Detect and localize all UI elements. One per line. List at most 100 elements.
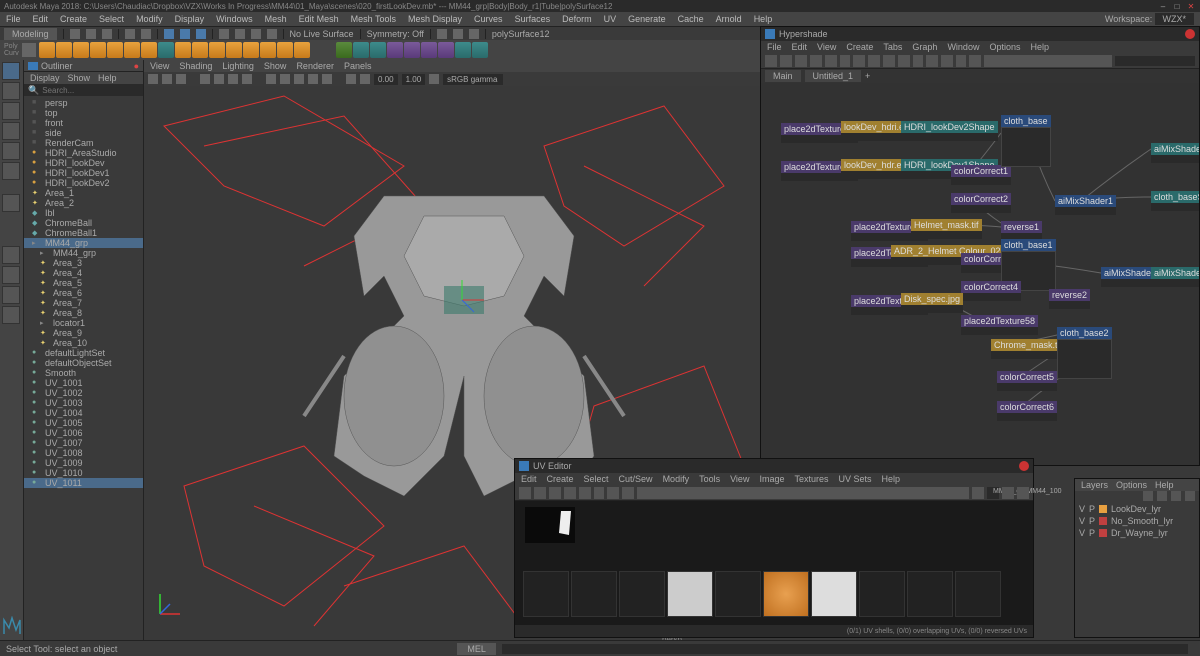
shader-node[interactable]: reverse2	[1049, 289, 1090, 309]
plane-icon[interactable]	[124, 42, 140, 58]
pipe-icon[interactable]	[192, 42, 208, 58]
hs-remove-icon[interactable]	[825, 55, 837, 67]
hs-menu-tabs[interactable]: Tabs	[883, 42, 902, 52]
layer-tab-options[interactable]: Options	[1116, 480, 1147, 490]
shader-node[interactable]: aiMixShader2SG	[1151, 267, 1199, 287]
type-icon[interactable]	[277, 42, 293, 58]
cone-icon[interactable]	[90, 42, 106, 58]
hs-menu-graph[interactable]: Graph	[912, 42, 937, 52]
shader-node[interactable]: Chrome_mask.tif	[991, 339, 1065, 359]
uv-menu-image[interactable]: Image	[759, 474, 784, 484]
layer-move-down-icon[interactable]	[1157, 491, 1167, 501]
redo-icon[interactable]	[141, 29, 151, 39]
outliner-menu-help[interactable]: Help	[98, 73, 117, 83]
combine-icon[interactable]	[336, 42, 352, 58]
tree-item[interactable]: Area_8	[24, 308, 143, 318]
vp-image-plane-icon[interactable]	[176, 74, 186, 84]
undo-icon[interactable]	[125, 29, 135, 39]
uv-dim-icon[interactable]	[579, 487, 591, 499]
tree-item[interactable]: Area_2	[24, 198, 143, 208]
layer-row[interactable]: VPDr_Wayne_lyr	[1075, 527, 1199, 539]
hs-tab-untitled[interactable]: Untitled_1	[805, 70, 862, 82]
menu-help[interactable]: Help	[754, 14, 773, 24]
helix-icon[interactable]	[209, 42, 225, 58]
tree-item[interactable]: Area_5	[24, 278, 143, 288]
cube-icon[interactable]	[56, 42, 72, 58]
hs-show-icon[interactable]	[926, 55, 938, 67]
shelf-tab-icon[interactable]	[22, 43, 36, 57]
uv-menu-edit[interactable]: Edit	[521, 474, 537, 484]
uv-menu-cut-sew[interactable]: Cut/Sew	[619, 474, 653, 484]
super-icon[interactable]	[260, 42, 276, 58]
history-icon[interactable]	[437, 29, 447, 39]
vp-menu-lighting[interactable]: Lighting	[222, 61, 254, 71]
vp-shaded-icon[interactable]	[280, 74, 290, 84]
layout-two-icon[interactable]	[2, 286, 20, 304]
vp-xray-icon[interactable]	[360, 74, 370, 84]
uv-grid-icon[interactable]	[534, 487, 546, 499]
shader-node[interactable]: colorCorrect4	[961, 281, 1021, 301]
hs-menu-create[interactable]: Create	[846, 42, 873, 52]
save-scene-icon[interactable]	[102, 29, 112, 39]
axis-gizmo-icon[interactable]	[154, 590, 184, 620]
menu-mesh-display[interactable]: Mesh Display	[408, 14, 462, 24]
ipr-icon[interactable]	[469, 29, 479, 39]
tree-item[interactable]: UV_1004	[24, 408, 143, 418]
tree-item[interactable]: Area_4	[24, 268, 143, 278]
snap-point-icon[interactable]	[251, 29, 261, 39]
menu-select[interactable]: Select	[99, 14, 124, 24]
shader-node[interactable]: colorCorrect6	[997, 401, 1057, 421]
uv-editor-close-icon[interactable]	[1019, 461, 1029, 471]
menu-windows[interactable]: Windows	[216, 14, 253, 24]
tree-item[interactable]: Area_10	[24, 338, 143, 348]
layer-row[interactable]: VPLookDev_lyr	[1075, 503, 1199, 515]
menu-modify[interactable]: Modify	[136, 14, 163, 24]
hypershade-graph[interactable]: place2dTexture60lookDev_hdri.exrHDRI_loo…	[761, 83, 1199, 465]
uv-tile[interactable]	[715, 571, 761, 617]
select-mode-icon-3[interactable]	[196, 29, 206, 39]
multicut-icon[interactable]	[455, 42, 471, 58]
tree-item[interactable]: HDRI_lookDev1	[24, 168, 143, 178]
menu-generate[interactable]: Generate	[628, 14, 666, 24]
layer-new-icon[interactable]	[1171, 491, 1181, 501]
menu-deform[interactable]: Deform	[562, 14, 592, 24]
vp-wireframe-icon[interactable]	[266, 74, 276, 84]
tree-item[interactable]: UV_1010	[24, 468, 143, 478]
gear-icon[interactable]	[226, 42, 242, 58]
tree-item[interactable]: side	[24, 128, 143, 138]
uv-tile[interactable]	[907, 571, 953, 617]
select-tool-icon[interactable]	[2, 62, 20, 80]
uv-tile[interactable]	[763, 571, 809, 617]
vp-lights-icon[interactable]	[308, 74, 318, 84]
hs-layout-icon[interactable]	[868, 55, 880, 67]
bevel-icon[interactable]	[404, 42, 420, 58]
tree-item[interactable]: Area_3	[24, 258, 143, 268]
uv-texture-icon[interactable]	[972, 487, 984, 499]
hs-menu-file[interactable]: File	[767, 42, 782, 52]
uv-settings-icon[interactable]	[1017, 487, 1029, 499]
hs-grid-icon[interactable]	[883, 55, 895, 67]
vp-isolate-icon[interactable]	[346, 74, 356, 84]
uv-menu-modify[interactable]: Modify	[663, 474, 690, 484]
tree-item[interactable]: Area_1	[24, 188, 143, 198]
layout-single-icon[interactable]	[2, 246, 20, 264]
tree-item[interactable]: UV_1007	[24, 438, 143, 448]
uv-view-icon[interactable]	[622, 487, 634, 499]
shader-node[interactable]: reverse1	[1001, 221, 1042, 241]
tree-item[interactable]: Smooth	[24, 368, 143, 378]
layer-move-up-icon[interactable]	[1143, 491, 1153, 501]
uv-tile[interactable]	[859, 571, 905, 617]
uv-menu-textures[interactable]: Textures	[794, 474, 828, 484]
tree-item[interactable]: defaultObjectSet	[24, 358, 143, 368]
hs-add-icon[interactable]	[810, 55, 822, 67]
tree-item[interactable]: defaultLightSet	[24, 348, 143, 358]
layer-tab-help[interactable]: Help	[1155, 480, 1174, 490]
hs-tab-add-icon[interactable]: +	[865, 71, 870, 81]
disc-icon[interactable]	[141, 42, 157, 58]
tree-item[interactable]: Area_6	[24, 288, 143, 298]
menu-mesh-tools[interactable]: Mesh Tools	[351, 14, 396, 24]
shader-node[interactable]: Disk_spec.jpg	[901, 293, 963, 313]
tree-item[interactable]: Area_7	[24, 298, 143, 308]
vp-textured-icon[interactable]	[294, 74, 304, 84]
vp-res-gate-icon[interactable]	[228, 74, 238, 84]
